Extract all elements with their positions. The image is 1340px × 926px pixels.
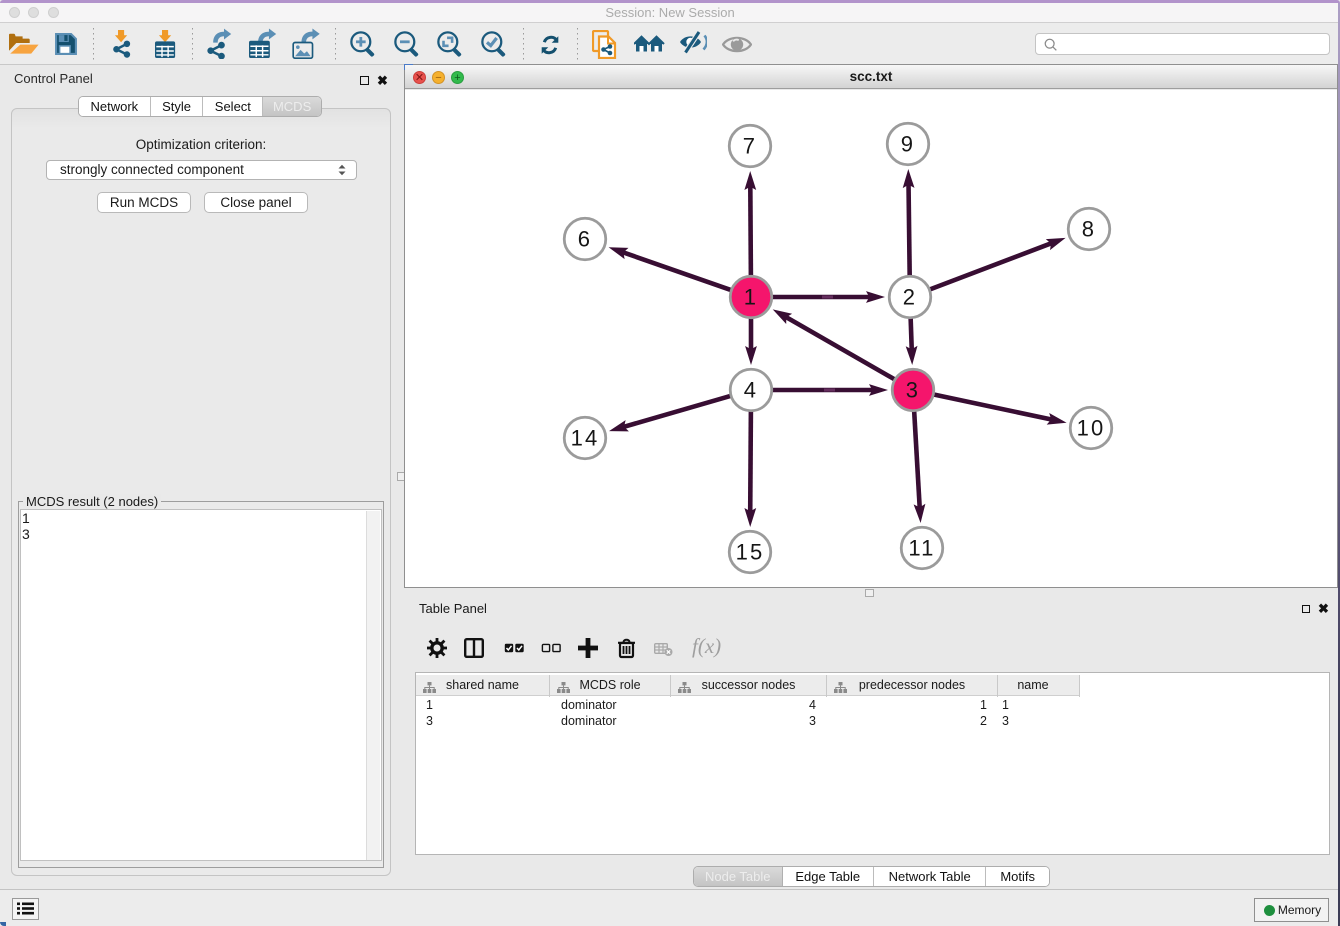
svg-text:10: 10: [1077, 416, 1106, 441]
svg-text:2: 2: [903, 285, 917, 310]
svg-text:9: 9: [901, 132, 915, 157]
svg-text:4: 4: [744, 378, 758, 403]
svg-text:1: 1: [744, 285, 758, 310]
svg-text:3: 3: [906, 378, 920, 403]
svg-text:7: 7: [743, 134, 757, 159]
svg-text:8: 8: [1082, 217, 1096, 242]
svg-text:15: 15: [736, 540, 765, 565]
svg-text:11: 11: [908, 536, 935, 561]
svg-text:6: 6: [578, 227, 592, 252]
svg-text:14: 14: [571, 426, 600, 451]
